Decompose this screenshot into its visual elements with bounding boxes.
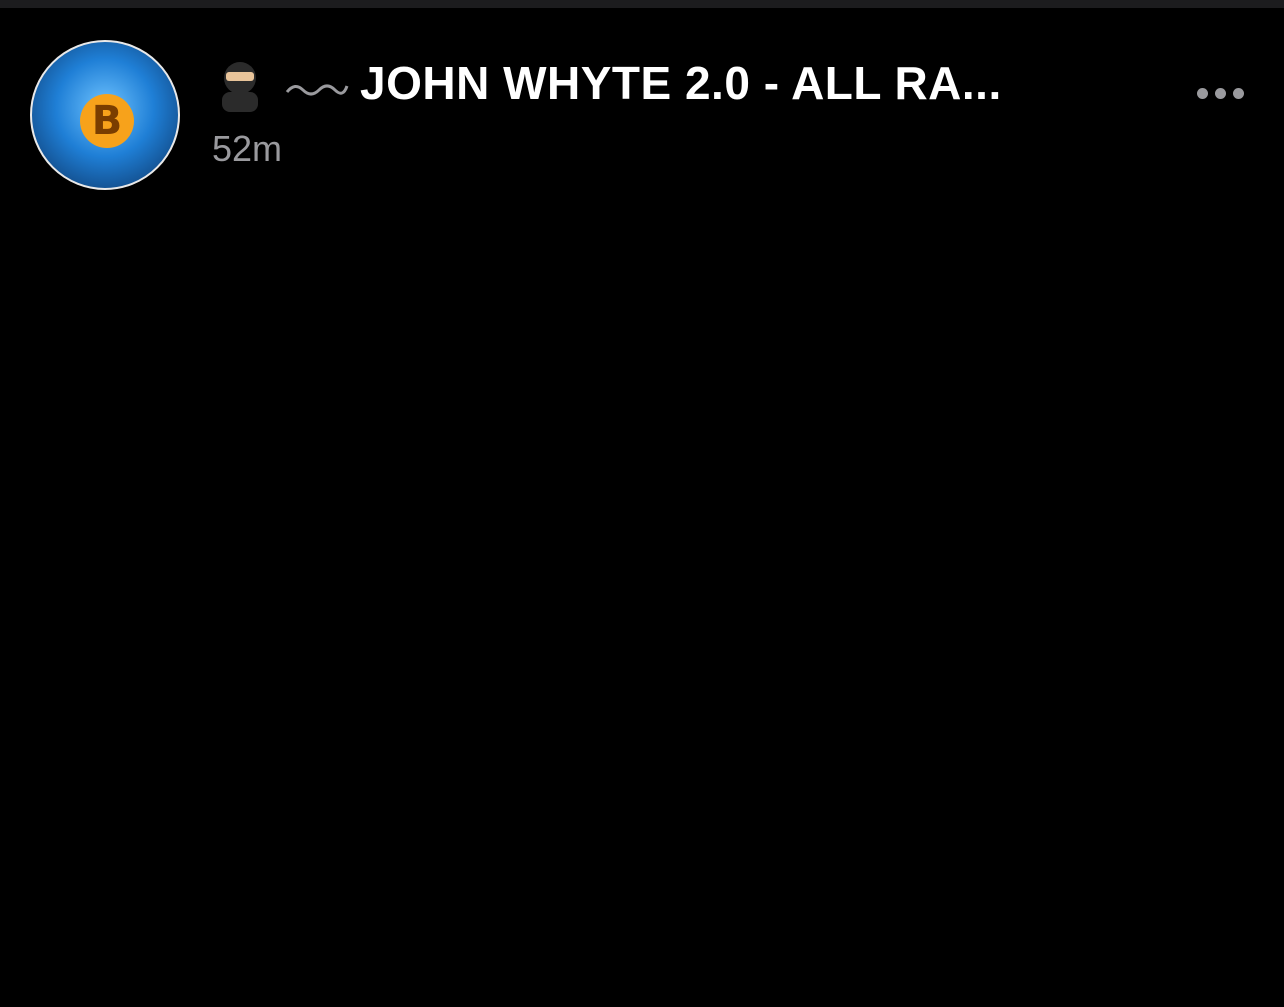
bitcoin-logo-icon: B [80,94,134,148]
author-name[interactable]: JOHN WHYTE 2.0 - ALL RA... [360,56,1002,110]
top-edge-bar [0,0,1284,8]
dot [1233,88,1244,99]
dot [1197,88,1208,99]
ninja-emoji-icon [222,62,258,112]
more-options-icon[interactable] [1197,88,1244,99]
dot [1215,88,1226,99]
squiggle-icon [285,84,349,96]
author-avatar[interactable]: B [30,40,180,190]
post-timestamp: 52m [212,128,283,169]
